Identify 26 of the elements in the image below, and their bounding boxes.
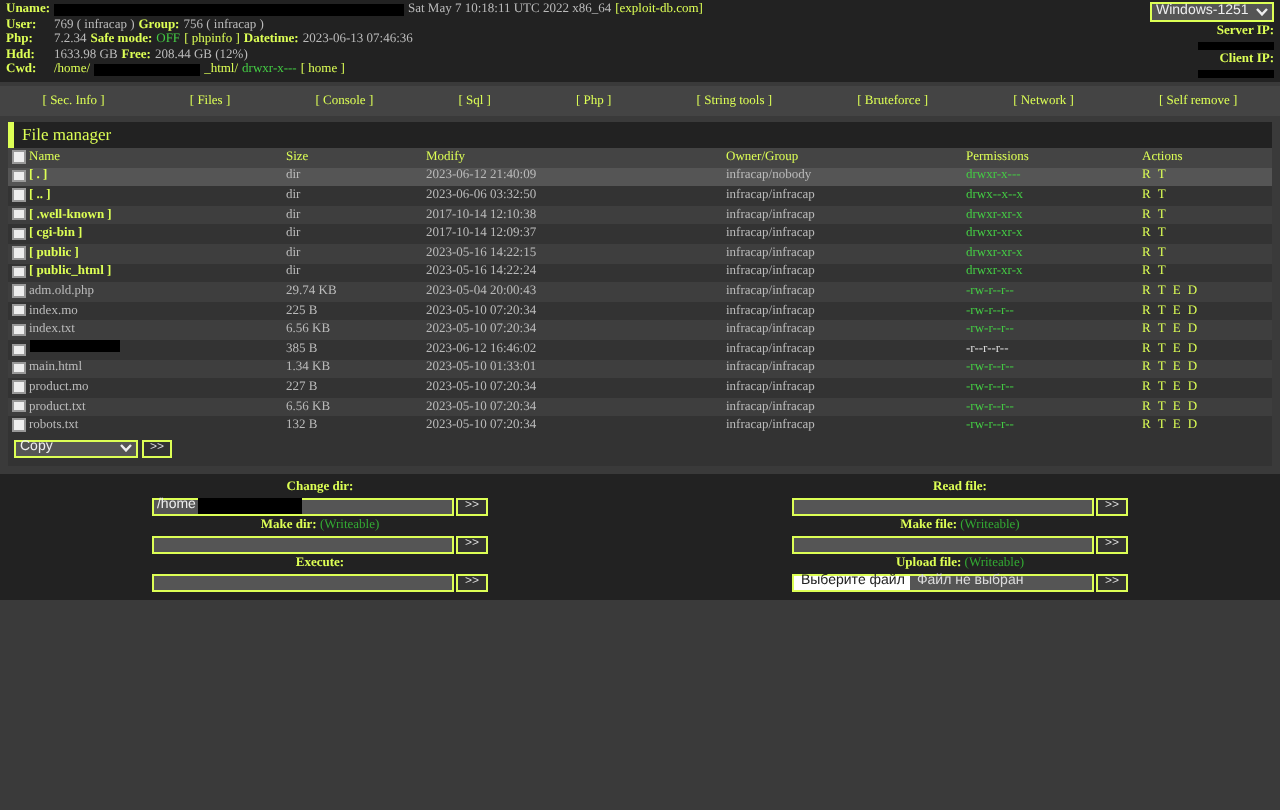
caret-icon — [1256, 8, 1268, 16]
checkbox[interactable] — [12, 227, 25, 241]
checkbox[interactable] — [12, 150, 25, 164]
caret-icon — [120, 444, 132, 453]
text-field[interactable] — [152, 535, 455, 554]
checkbox[interactable] — [12, 207, 25, 221]
checkbox[interactable] — [12, 343, 25, 357]
checkbox[interactable] — [12, 188, 25, 202]
checkbox[interactable] — [12, 169, 25, 183]
checkbox[interactable] — [12, 380, 25, 394]
checkbox[interactable] — [12, 418, 25, 432]
checkbox[interactable] — [12, 399, 25, 413]
section-title: File manager — [8, 122, 1272, 148]
redaction-bar — [29, 340, 119, 353]
redaction-bar — [1198, 41, 1274, 50]
checkbox[interactable] — [12, 246, 25, 260]
checkbox[interactable] — [12, 265, 25, 279]
text-field[interactable] — [792, 497, 1095, 516]
redaction-bar — [1198, 69, 1274, 78]
checkbox[interactable] — [12, 361, 25, 375]
checkbox[interactable] — [12, 323, 25, 336]
redaction-bar — [94, 64, 201, 77]
text-field[interactable] — [152, 573, 455, 592]
checkbox[interactable] — [12, 284, 25, 298]
checkbox[interactable] — [12, 303, 25, 317]
text-field[interactable] — [792, 535, 1095, 554]
